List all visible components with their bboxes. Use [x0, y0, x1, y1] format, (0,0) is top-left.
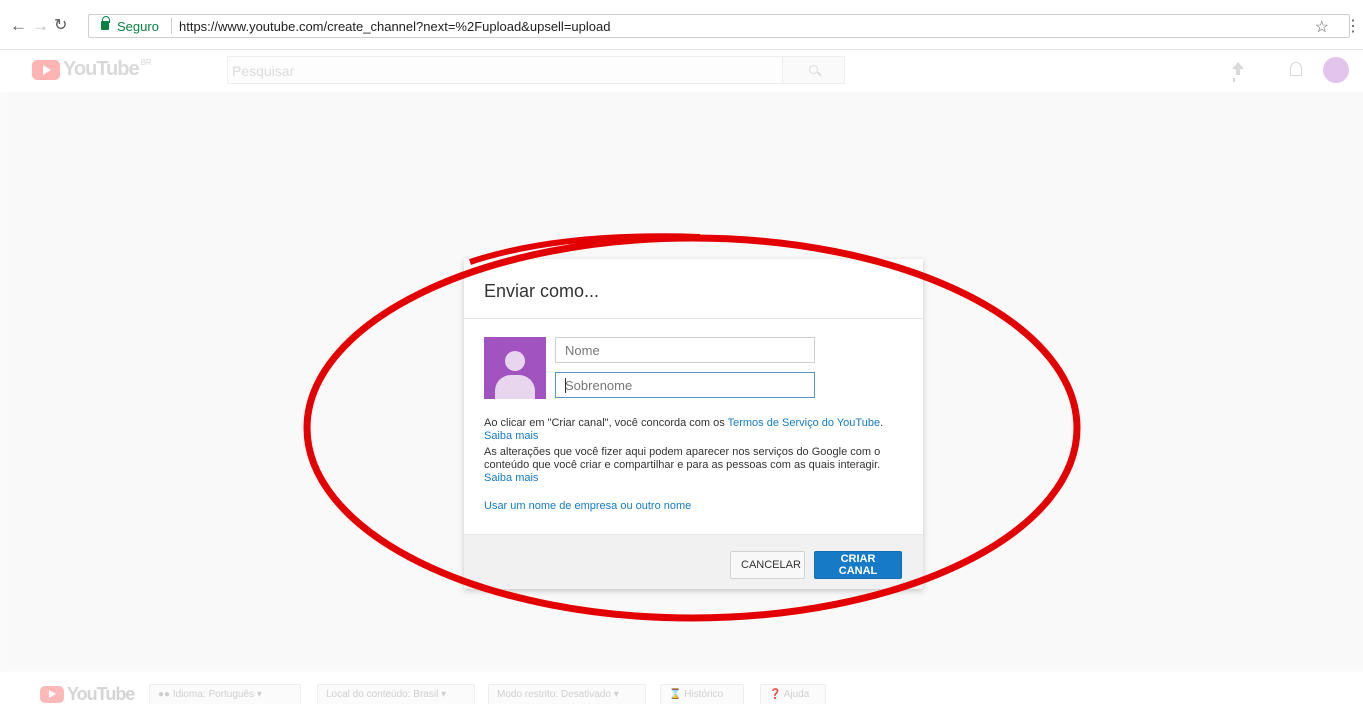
star-icon[interactable]: ☆: [1315, 17, 1329, 37]
profile-avatar: [484, 337, 546, 399]
first-name-field[interactable]: [555, 337, 815, 363]
avatar-icon[interactable]: [1323, 57, 1349, 83]
content-location-button[interactable]: Local do conteúdo: Brasil ▾: [317, 684, 475, 704]
learn-more-link-1[interactable]: Saiba mais: [484, 430, 538, 442]
terms-paragraph: Ao clicar em "Criar canal", você concord…: [484, 417, 909, 430]
search-icon: [809, 65, 818, 74]
learn-more-paragraph-2: Saiba mais: [484, 472, 909, 485]
avatar-head-shape: [505, 351, 525, 371]
restricted-mode-button[interactable]: Modo restrito: Desativado ▾: [488, 684, 646, 704]
footer-logo-text: YouTube: [67, 684, 135, 704]
use-business-name-link[interactable]: Usar um nome de empresa ou outro nome: [484, 500, 691, 512]
play-logo-icon: [40, 686, 64, 703]
address-bar[interactable]: Seguro https://www.youtube.com/create_ch…: [88, 14, 1350, 38]
content-location-label: Local do conteúdo: Brasil: [326, 689, 439, 700]
dialog-title: Enviar como...: [484, 281, 600, 301]
terms-suffix: .: [880, 417, 884, 429]
terms-of-service-link[interactable]: Termos de Serviço do YouTube: [728, 417, 880, 429]
last-name-field[interactable]: [555, 372, 815, 398]
country-code: BR: [140, 58, 152, 67]
search-placeholder: Pesquisar: [232, 63, 295, 79]
hourglass-icon: ⌛: [669, 689, 682, 700]
more-vert-icon[interactable]: ⋮: [1345, 16, 1361, 36]
avatar-body-shape: [495, 375, 535, 399]
history-label: Histórico: [684, 689, 724, 700]
chevron-down-icon: ▾: [256, 689, 262, 700]
logo-text: YouTube: [63, 58, 140, 80]
browser-toolbar: ← → ↻ Seguro https://www.youtube.com/cre…: [0, 0, 1363, 50]
search-input[interactable]: Pesquisar: [227, 56, 783, 84]
upload-icon[interactable]: [1232, 62, 1244, 78]
chevron-down-icon: ▾: [613, 689, 619, 700]
history-button[interactable]: ⌛ Histórico: [660, 684, 744, 704]
divider: [464, 318, 923, 319]
terms-prefix: Ao clicar em "Criar canal", você concord…: [484, 417, 728, 429]
play-logo-icon: [32, 59, 60, 80]
terms-text: Ao clicar em "Criar canal", você concord…: [484, 417, 909, 485]
changes-paragraph: As alterações que você fizer aqui podem …: [484, 446, 881, 471]
language-label: Idioma: Português: [172, 689, 255, 700]
learn-more-paragraph-1: Saiba mais: [484, 430, 909, 443]
help-icon: ❓: [769, 689, 782, 700]
cancel-button[interactable]: CANCELAR: [730, 551, 805, 579]
page-footer: YouTube ●● Idioma: Português ▾ Local do …: [0, 672, 1363, 704]
youtube-masthead: YouTube BR Pesquisar: [0, 50, 1363, 92]
secure-label: Seguro: [117, 19, 159, 34]
bell-icon[interactable]: [1290, 62, 1302, 76]
youtube-logo[interactable]: YouTube BR: [32, 58, 152, 81]
url-divider: [171, 18, 172, 34]
restricted-mode-label: Modo restrito: Desativado: [497, 689, 611, 700]
language-button[interactable]: ●● Idioma: Português ▾: [149, 684, 301, 704]
footer-youtube-logo[interactable]: YouTube: [40, 684, 135, 704]
help-button[interactable]: ❓ Ajuda: [760, 684, 826, 704]
learn-more-link-2[interactable]: Saiba mais: [484, 472, 538, 484]
url-text[interactable]: https://www.youtube.com/create_channel?n…: [179, 19, 610, 34]
create-channel-button[interactable]: CRIAR CANAL: [814, 551, 902, 579]
create-channel-dialog: Enviar como... Ao clicar em "Criar canal…: [464, 259, 923, 589]
dialog-footer: CANCELAR CRIAR CANAL: [464, 534, 923, 589]
help-label: Ajuda: [783, 689, 810, 700]
lock-icon: [101, 16, 110, 30]
arrow-right-icon[interactable]: →: [32, 16, 49, 36]
people-icon: ●●: [158, 689, 171, 700]
text-cursor: [565, 378, 566, 393]
chevron-down-icon: ▾: [441, 689, 447, 700]
arrow-left-icon[interactable]: ←: [10, 16, 27, 36]
search-button[interactable]: [782, 56, 845, 84]
reload-icon[interactable]: ↻: [54, 16, 67, 36]
